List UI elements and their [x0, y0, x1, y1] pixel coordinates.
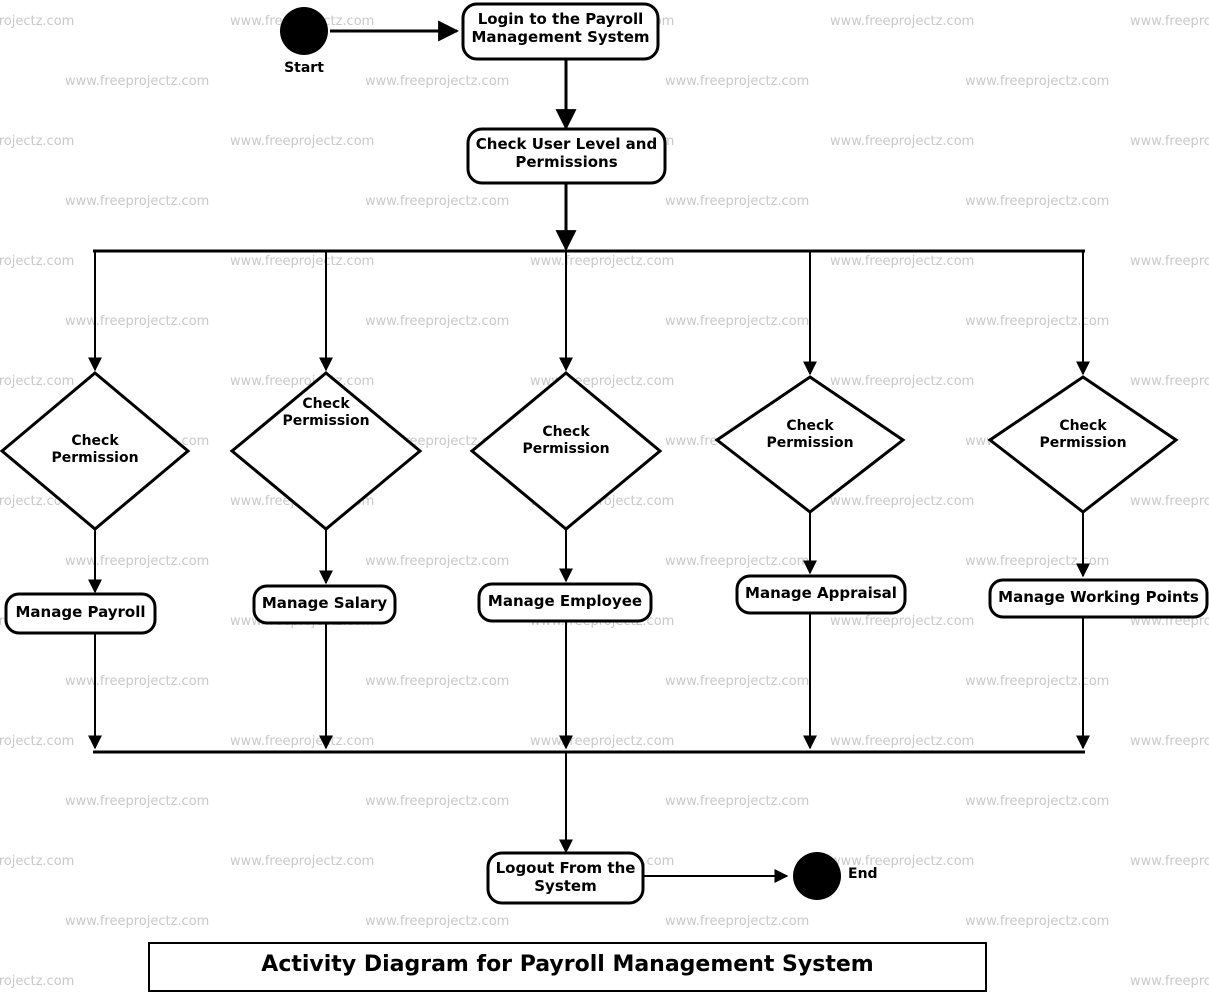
- title-frame: [148, 942, 987, 992]
- decision-check-permission-2: [229, 371, 423, 531]
- diagram-layer: [0, 0, 1209, 994]
- activity-check-user-level: [466, 127, 667, 185]
- decision-check-permission-3: [469, 371, 663, 531]
- activity-manage-appraisal: [735, 574, 907, 615]
- activity-manage-employee: [477, 582, 653, 623]
- decision-check-permission-4: [714, 375, 906, 514]
- end-node: [793, 852, 841, 900]
- activity-logout: [486, 851, 645, 905]
- decision-check-permission-1: [0, 371, 191, 531]
- decision-check-permission-5: [987, 375, 1179, 514]
- activity-manage-payroll: [4, 592, 157, 635]
- activity-manage-salary: [252, 584, 397, 625]
- activity-manage-working-points: [988, 578, 1209, 619]
- start-node: [280, 7, 328, 55]
- activity-diagram-canvas: www.freeprojectz.comwww.freeprojectz.com…: [0, 0, 1209, 994]
- activity-login: [461, 2, 660, 61]
- diagram-svg: [0, 2, 1209, 992]
